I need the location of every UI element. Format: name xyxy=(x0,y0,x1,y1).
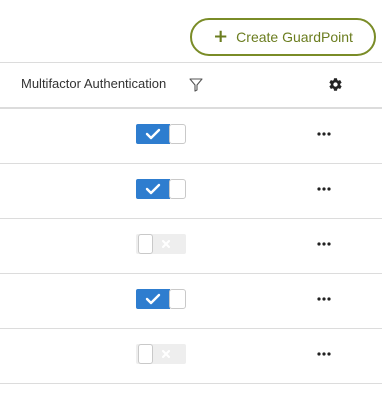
column-header-mfa: Multifactor Authentication xyxy=(21,76,167,91)
toggle-knob xyxy=(138,344,153,364)
mfa-toggle[interactable] xyxy=(136,344,186,364)
x-icon xyxy=(161,349,171,359)
mfa-toggle[interactable] xyxy=(136,234,186,254)
toggle-fill xyxy=(136,179,170,199)
more-horizontal-icon[interactable] xyxy=(317,131,331,137)
checkmark-icon xyxy=(145,293,161,305)
gear-icon[interactable] xyxy=(328,77,343,92)
table-row xyxy=(0,274,382,329)
more-horizontal-icon[interactable] xyxy=(317,296,331,302)
mfa-toggle[interactable] xyxy=(136,124,186,144)
create-guardpoint-label: Create GuardPoint xyxy=(236,29,353,45)
toggle-fill xyxy=(136,289,170,309)
create-guardpoint-button[interactable]: + Create GuardPoint xyxy=(190,18,376,56)
toggle-knob xyxy=(169,289,186,309)
table-header: Multifactor Authentication xyxy=(0,63,382,107)
toggle-knob xyxy=(169,179,186,199)
mfa-toggle[interactable] xyxy=(136,289,186,309)
filter-icon[interactable] xyxy=(189,78,203,92)
x-icon xyxy=(161,239,171,249)
table-row xyxy=(0,164,382,219)
more-horizontal-icon[interactable] xyxy=(317,241,331,247)
table-row xyxy=(0,109,382,164)
toggle-fill xyxy=(136,124,170,144)
table-row xyxy=(0,219,382,274)
table-row xyxy=(0,329,382,384)
more-horizontal-icon[interactable] xyxy=(317,186,331,192)
more-horizontal-icon[interactable] xyxy=(317,351,331,357)
toggle-knob xyxy=(138,234,153,254)
checkmark-icon xyxy=(145,183,161,195)
mfa-toggle[interactable] xyxy=(136,179,186,199)
checkmark-icon xyxy=(145,128,161,140)
plus-icon: + xyxy=(213,26,229,47)
toggle-knob xyxy=(169,124,186,144)
